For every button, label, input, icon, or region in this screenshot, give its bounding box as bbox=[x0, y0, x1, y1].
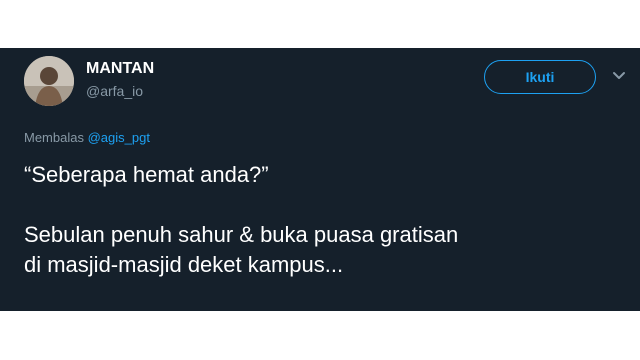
avatar[interactable] bbox=[24, 56, 74, 106]
reply-context: Membalas @agis_pgt bbox=[24, 130, 150, 145]
reply-prefix: Membalas bbox=[24, 130, 84, 145]
user-handle[interactable]: @arfa_io bbox=[86, 83, 143, 99]
reply-mention-link[interactable]: @agis_pgt bbox=[88, 130, 150, 145]
display-name[interactable]: MANTAN bbox=[86, 60, 154, 78]
chevron-down-icon[interactable] bbox=[612, 68, 626, 82]
avatar-image bbox=[24, 56, 74, 106]
tweet-card: MANTAN @arfa_io Ikuti Membalas @agis_pgt… bbox=[0, 48, 640, 311]
tweet-text: “Seberapa hemat anda?” Sebulan penuh sah… bbox=[24, 162, 459, 277]
follow-button[interactable]: Ikuti bbox=[484, 60, 596, 94]
